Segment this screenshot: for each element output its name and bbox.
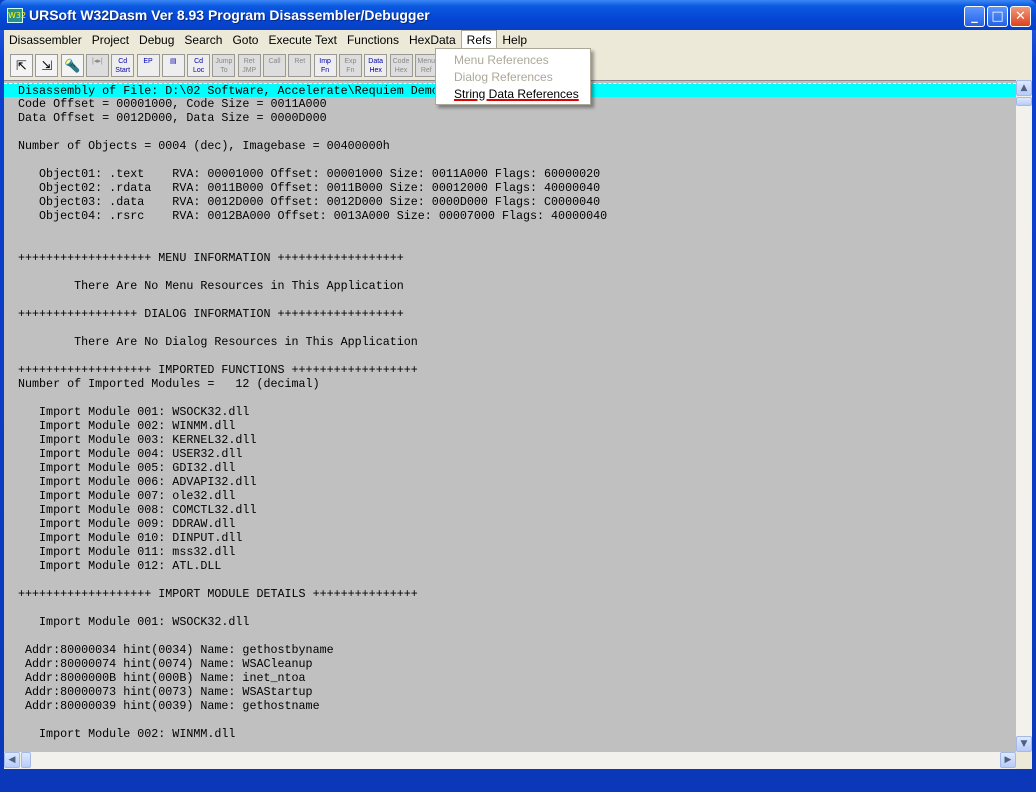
app-icon: W32 [7, 8, 26, 23]
code-line[interactable]: +++++++++++++++++++ MENU INFORMATION +++… [4, 251, 1016, 265]
open-file-button[interactable]: ⇱ [10, 54, 33, 77]
scroll-up-button[interactable]: ▲ [1016, 80, 1032, 96]
code-line[interactable]: Import Module 001: WSOCK32.dll [4, 405, 1016, 419]
code-line[interactable]: There Are No Dialog Resources in This Ap… [4, 335, 1016, 349]
code-line[interactable]: Import Module 010: DINPUT.dll [4, 531, 1016, 545]
code-line[interactable]: Object03: .data RVA: 0012D000 Offset: 00… [4, 195, 1016, 209]
code-line[interactable]: Import Module 012: ATL.DLL [4, 559, 1016, 573]
horizontal-scrollbar[interactable]: ◀ ▶ [4, 752, 1016, 769]
code-line[interactable]: Addr:8000000B hint(000B) Name: inet_ntoa [4, 671, 1016, 685]
disassembly-view[interactable]: Disassembly of File: D:\02 Software, Acc… [4, 80, 1016, 752]
code-line[interactable] [4, 573, 1016, 587]
load-process-button[interactable]: 🔦 [60, 54, 84, 77]
title-bar[interactable]: W32 URSoft W32Dasm Ver 8.93 Program Disa… [0, 0, 1036, 30]
code-line[interactable]: Data Offset = 0012D000, Data Size = 0000… [4, 111, 1016, 125]
code-line[interactable]: Addr:80000073 hint(0073) Name: WSAStartu… [4, 685, 1016, 699]
code-line[interactable] [4, 391, 1016, 405]
ret-jmp-button[interactable]: Ret JMP [237, 54, 261, 77]
menu-functions[interactable]: Functions [342, 31, 404, 50]
menu-item-dialog-references: Dialog References [454, 70, 553, 84]
code-line[interactable]: Addr:80000034 hint(0034) Name: gethostby… [4, 643, 1016, 657]
scroll-right-button[interactable]: ▶ [1000, 752, 1016, 768]
code-line[interactable]: Number of Imported Modules = 12 (decimal… [4, 377, 1016, 391]
data-hex-button[interactable]: Data Hex [364, 54, 388, 77]
code-line[interactable] [4, 265, 1016, 279]
exp-fn-button[interactable]: Exp Fn [338, 54, 362, 77]
window-title: URSoft W32Dasm Ver 8.93 Program Disassem… [29, 7, 430, 23]
code-line[interactable]: Import Module 005: GDI32.dll [4, 461, 1016, 475]
menu-bar: Disassembler Project Debug Search Goto Execut… [4, 30, 1032, 49]
save-file-button[interactable]: ⇲ [35, 54, 59, 77]
code-line[interactable] [4, 125, 1016, 139]
code-line[interactable] [4, 601, 1016, 615]
menu-search[interactable]: Search [179, 31, 227, 50]
code-line[interactable] [4, 321, 1016, 335]
ep-button[interactable]: EP [136, 54, 160, 77]
close-button[interactable]: ✕ [1010, 6, 1031, 27]
hscroll-thumb[interactable] [21, 752, 31, 768]
code-line[interactable]: Import Module 007: ole32.dll [4, 489, 1016, 503]
jump-to-button[interactable]: Jump To [212, 54, 236, 77]
menu-item-menu-references: Menu References [454, 53, 549, 67]
code-line[interactable]: There Are No Menu Resources in This Appl… [4, 279, 1016, 293]
menu-refs[interactable]: Refs [460, 30, 498, 49]
code-line[interactable]: Import Module 011: mss32.dll [4, 545, 1016, 559]
menu-goto[interactable]: Goto [227, 31, 263, 50]
imp-fn-button[interactable]: Imp Fn [313, 54, 337, 77]
goto-offset-button[interactable]: ▤ [161, 54, 185, 77]
scroll-down-button[interactable]: ▼ [1016, 736, 1032, 752]
code-line[interactable] [4, 713, 1016, 727]
code-line[interactable]: +++++++++++++++++++ IMPORTED FUNCTIONS +… [4, 363, 1016, 377]
code-line[interactable]: Import Module 003: KERNEL32.dll [4, 433, 1016, 447]
scroll-thumb[interactable] [1016, 97, 1032, 106]
code-line[interactable] [4, 223, 1016, 237]
code-line[interactable]: Addr:80000074 hint(0074) Name: WSACleanu… [4, 657, 1016, 671]
code-line[interactable]: Import Module 002: WINMM.dll [4, 419, 1016, 433]
code-line[interactable]: Import Module 006: ADVAPI32.dll [4, 475, 1016, 489]
code-line[interactable]: Import Module 004: USER32.dll [4, 447, 1016, 461]
code-line[interactable] [4, 237, 1016, 251]
code-line[interactable]: Object02: .rdata RVA: 0011B000 Offset: 0… [4, 181, 1016, 195]
vertical-scrollbar[interactable]: ▲ ▼ [1016, 80, 1032, 752]
menu-debug[interactable]: Debug [134, 31, 179, 50]
minimize-button[interactable]: _ [964, 6, 985, 27]
cd-loc-button[interactable]: Cd Loc [187, 54, 211, 77]
code-line[interactable]: Import Module 001: WSOCK32.dll [4, 615, 1016, 629]
code-line[interactable]: Object04: .rsrc RVA: 0012BA000 Offset: 0… [4, 209, 1016, 223]
code-line[interactable]: Number of Objects = 0004 (dec), Imagebas… [4, 139, 1016, 153]
code-line[interactable]: Import Module 009: DDRAW.dll [4, 517, 1016, 531]
refs-dropdown-menu: Menu References Dialog References String D… [435, 48, 591, 105]
menu-item-string-data-references[interactable]: String Data References [436, 86, 590, 103]
call-button[interactable]: Call [263, 54, 286, 77]
code-line[interactable]: +++++++++++++++++++ IMPORT MODULE DETAIL… [4, 587, 1016, 601]
step-button[interactable]: |◂▸| [85, 54, 109, 77]
menu-execute-text[interactable]: Execute Text [263, 31, 341, 50]
cd-start-button[interactable]: Cd Start [111, 54, 135, 77]
menu-project[interactable]: Project [87, 31, 134, 50]
code-line[interactable]: Import Module 008: COMCTL32.dll [4, 503, 1016, 517]
code-line[interactable] [4, 349, 1016, 363]
code-line[interactable] [4, 293, 1016, 307]
ret-button[interactable]: Ret [288, 54, 312, 77]
main-window: W32 URSoft W32Dasm Ver 8.93 Program Disa… [0, 0, 1036, 792]
size-grip [1016, 752, 1032, 769]
scroll-left-button[interactable]: ◀ [4, 752, 20, 768]
code-line[interactable]: Addr:80000039 hint(0039) Name: gethostna… [4, 699, 1016, 713]
code-line[interactable]: +++++++++++++++++ DIALOG INFORMATION +++… [4, 307, 1016, 321]
code-hex-button[interactable]: Code Hex [389, 54, 413, 77]
code-line[interactable]: Import Module 002: WINMM.dll [4, 727, 1016, 741]
code-line[interactable] [4, 629, 1016, 643]
code-line[interactable] [4, 153, 1016, 167]
menu-disassembler[interactable]: Disassembler [4, 31, 87, 50]
code-line[interactable]: Object01: .text RVA: 00001000 Offset: 00… [4, 167, 1016, 181]
maximize-button[interactable]: □ [987, 6, 1008, 27]
